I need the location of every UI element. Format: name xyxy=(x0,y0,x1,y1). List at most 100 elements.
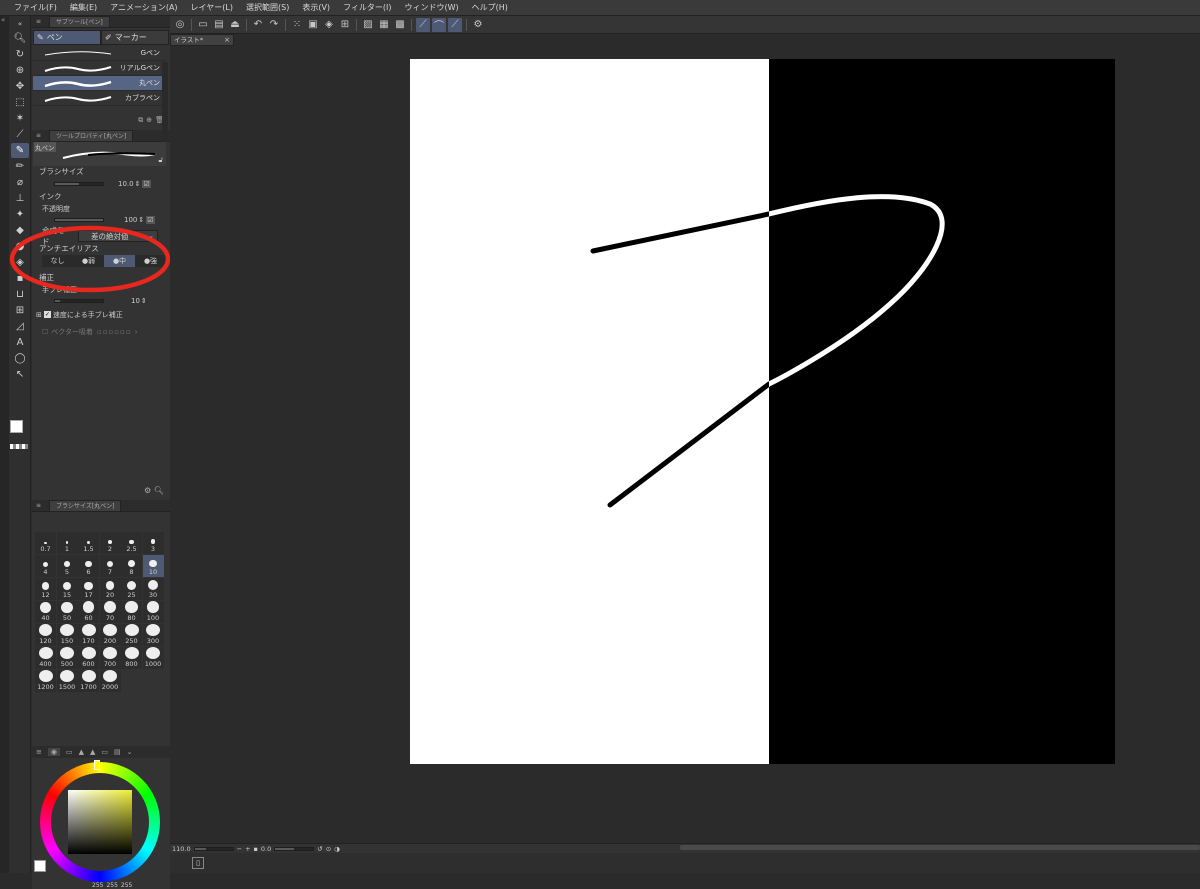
saturation-value-square[interactable] xyxy=(68,790,132,854)
transform-icon[interactable]: ⊞ xyxy=(338,18,352,32)
expand-icon[interactable]: ⊞ xyxy=(36,311,42,319)
brush-size-cell[interactable]: 17 xyxy=(78,578,99,600)
brush-size-cell[interactable]: 800 xyxy=(121,647,142,669)
brush-size-cell[interactable]: 10 xyxy=(142,555,164,577)
snap-off-icon[interactable]: ▨ xyxy=(361,18,375,32)
red-value[interactable]: 255 xyxy=(92,882,103,889)
brush-size-cell[interactable]: 7 xyxy=(99,555,121,577)
snap-ruler-pen-icon[interactable]: ⟋ xyxy=(448,17,462,32)
undo-icon[interactable]: ↶ xyxy=(251,18,265,32)
add-subtool-icon[interactable]: ⊕ xyxy=(146,116,152,128)
fill-icon[interactable]: ◈ xyxy=(322,18,336,32)
menu-item[interactable]: ウィンドウ(W) xyxy=(405,2,459,13)
brush-size-cell[interactable]: 6 xyxy=(78,555,99,577)
menu-icon[interactable]: ≡ xyxy=(36,18,41,25)
menu-item[interactable]: 表示(V) xyxy=(302,2,330,13)
brush-maru-pen[interactable]: 丸ペン xyxy=(33,76,166,91)
text-icon[interactable]: A xyxy=(11,335,29,350)
menu-item[interactable]: アニメーション(A) xyxy=(110,2,177,13)
subtool-scrollbar[interactable] xyxy=(162,62,168,142)
new-file-icon[interactable]: ▭ xyxy=(196,18,210,32)
collapse-icon[interactable]: ⌄ xyxy=(127,748,133,756)
brush-size-cell[interactable]: 600 xyxy=(78,647,99,669)
brush-icon[interactable]: ⌀ xyxy=(11,175,29,190)
brush-kabura-pen[interactable]: カブラペン xyxy=(33,91,166,106)
magic-wand-icon[interactable]: ✶ xyxy=(11,111,29,126)
zoom-slider[interactable] xyxy=(193,846,234,851)
select-icon[interactable]: ⬚ xyxy=(11,95,29,110)
stabilization-value[interactable]: 10 xyxy=(131,297,140,305)
brush-size-cell[interactable]: 1000 xyxy=(142,647,164,669)
brush-size-cell[interactable]: 12 xyxy=(35,578,56,600)
rotate-icon[interactable]: ↻ xyxy=(11,47,29,62)
document-tab[interactable]: イラスト* × xyxy=(170,34,234,46)
brush-size-cell[interactable]: 8 xyxy=(121,555,142,577)
rotation-value[interactable]: 0.0 xyxy=(261,845,271,853)
layout-icon[interactable]: ▯ xyxy=(192,857,204,869)
snap-curve-icon[interactable]: ⌒ xyxy=(432,17,446,32)
pressure-toggle-icon[interactable]: ☑ xyxy=(142,179,151,188)
brush-size-cell[interactable]: 50 xyxy=(56,601,78,623)
correct-line-icon[interactable]: ↖ xyxy=(11,367,29,382)
zoom-out-icon[interactable]: − xyxy=(237,845,242,853)
menu-item[interactable]: ファイル(F) xyxy=(14,2,57,13)
clear-icon[interactable]: ▣ xyxy=(306,18,320,32)
slider-tab-icon[interactable]: ▤ xyxy=(114,748,121,756)
redo-icon[interactable]: ↷ xyxy=(267,18,281,32)
brush-size-cell[interactable]: 20 xyxy=(99,578,121,600)
opacity-slider[interactable] xyxy=(54,217,104,222)
app-icon[interactable]: ◎ xyxy=(173,18,187,32)
tab-marker[interactable]: ✐ マーカー xyxy=(101,30,169,45)
eyedropper-icon[interactable]: ⟋ xyxy=(11,127,29,142)
brush-size-cell[interactable]: 200 xyxy=(99,624,121,646)
checkbox-icon[interactable]: ☐ xyxy=(42,328,48,336)
menu-item[interactable]: レイヤー(L) xyxy=(191,2,233,13)
snap-line-icon[interactable]: ⟋ xyxy=(416,17,430,32)
brush-size-cell[interactable]: 0.7 xyxy=(35,532,56,554)
airbrush-icon[interactable]: ⊥ xyxy=(11,191,29,206)
stabilization-slider[interactable] xyxy=(54,298,104,303)
brush-size-slider[interactable] xyxy=(54,181,104,186)
brush-size-cell[interactable]: 2000 xyxy=(99,670,121,692)
flip-icon[interactable]: ◑ xyxy=(334,845,340,853)
brush-real-g-pen[interactable]: リアルGペン xyxy=(33,61,166,76)
brush-size-cell[interactable]: 1500 xyxy=(56,670,78,692)
color-wheel-tab-icon[interactable]: ◉ xyxy=(47,748,60,756)
snap-ruler-icon[interactable]: ▩ xyxy=(393,18,407,32)
lock-icon[interactable]: 🔓︎ xyxy=(158,156,163,165)
brush-size-cell[interactable]: 500 xyxy=(56,647,78,669)
history-tab-icon[interactable]: ▭ xyxy=(101,748,108,756)
zoom-value[interactable]: 110.0 xyxy=(172,845,191,853)
brush-size-cell[interactable]: 40 xyxy=(35,601,56,623)
main-color-swatch[interactable] xyxy=(34,860,46,872)
hue-marker[interactable] xyxy=(94,760,100,770)
brush-size-cell[interactable]: 1.5 xyxy=(78,532,99,554)
intermediate-color-tab-icon[interactable]: ▲ xyxy=(79,748,84,756)
blue-value[interactable]: 255 xyxy=(121,882,132,889)
brush-size-cell[interactable]: 70 xyxy=(99,601,121,623)
main-color-swatch[interactable] xyxy=(10,420,23,433)
color-set-tab-icon[interactable]: ▭ xyxy=(66,748,73,756)
brush-size-cell[interactable]: 30 xyxy=(142,578,164,600)
brush-size-cell[interactable]: 100 xyxy=(142,601,164,623)
menu-icon[interactable]: ≡ xyxy=(36,132,41,139)
brush-size-value[interactable]: 10.0 xyxy=(118,180,134,188)
brush-g-pen[interactable]: Gペン xyxy=(33,46,166,61)
brush-size-cell[interactable]: 1200 xyxy=(35,670,56,692)
color-wheel[interactable] xyxy=(40,760,160,882)
deselect-icon[interactable]: ⁙ xyxy=(290,18,304,32)
spinner-icon[interactable]: ⇕ xyxy=(135,180,141,188)
approx-color-tab-icon[interactable]: ▲ xyxy=(90,748,95,756)
frame-icon[interactable]: ⊞ xyxy=(11,303,29,318)
snap-grid-icon[interactable]: ▦ xyxy=(377,18,391,32)
fit-icon[interactable]: ▪ xyxy=(254,845,258,853)
balloon-icon[interactable]: ◯ xyxy=(11,351,29,366)
menu-item[interactable]: 選択範囲(S) xyxy=(246,2,289,13)
search-icon[interactable]: 🔍︎ xyxy=(154,486,164,495)
object-icon[interactable]: ⊕ xyxy=(11,63,29,78)
brush-size-cell[interactable]: 150 xyxy=(56,624,78,646)
zoom-icon[interactable]: 🔍︎ xyxy=(11,31,29,46)
transparent-swatch[interactable] xyxy=(10,444,28,449)
brush-size-cell[interactable]: 170 xyxy=(78,624,99,646)
settings-icon[interactable]: ⚙ xyxy=(471,18,485,32)
